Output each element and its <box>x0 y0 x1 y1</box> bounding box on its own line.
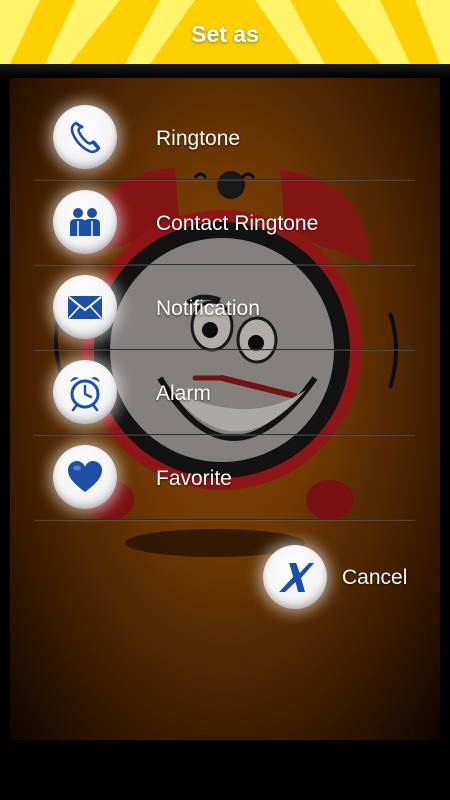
page-title: Set as <box>191 21 259 47</box>
header-bar: Set as <box>0 0 450 66</box>
favorite-icon-button <box>53 445 117 509</box>
menu-item-label: Alarm <box>156 382 211 405</box>
menu-item-label: Ringtone <box>156 127 241 150</box>
menu-item-favorite[interactable]: Favorite <box>34 435 415 520</box>
bottom-shade <box>0 740 450 800</box>
phone-icon <box>70 121 101 154</box>
cancel-label: Cancel <box>342 566 408 589</box>
alarm-icon-button <box>53 360 117 424</box>
menu-item-label: Contact Ringtone <box>156 212 319 235</box>
menu-item-label: Notification <box>156 297 260 320</box>
cancel-icon-button <box>263 545 327 609</box>
ringtone-icon-button <box>53 105 117 169</box>
contact-ringtone-icon-button <box>53 190 117 254</box>
alarm-clock-icon <box>70 377 100 412</box>
close-x-icon <box>279 563 315 592</box>
divider <box>34 519 415 520</box>
set-as-screen: Set as Ringtone Contact Ringtone Notific… <box>0 0 450 800</box>
cancel-button[interactable]: Cancel <box>260 545 430 609</box>
notification-icon-button <box>53 275 117 339</box>
contacts-icon <box>70 208 100 236</box>
menu-item-ringtone[interactable]: Ringtone <box>34 95 415 180</box>
header-shadow <box>0 64 450 78</box>
menu-item-notification[interactable]: Notification <box>34 265 415 350</box>
envelope-icon <box>68 296 102 319</box>
menu-item-contact-ringtone[interactable]: Contact Ringtone <box>34 180 415 265</box>
menu-item-alarm[interactable]: Alarm <box>34 350 415 435</box>
heart-icon <box>68 461 102 492</box>
menu-item-label: Favorite <box>156 467 232 490</box>
